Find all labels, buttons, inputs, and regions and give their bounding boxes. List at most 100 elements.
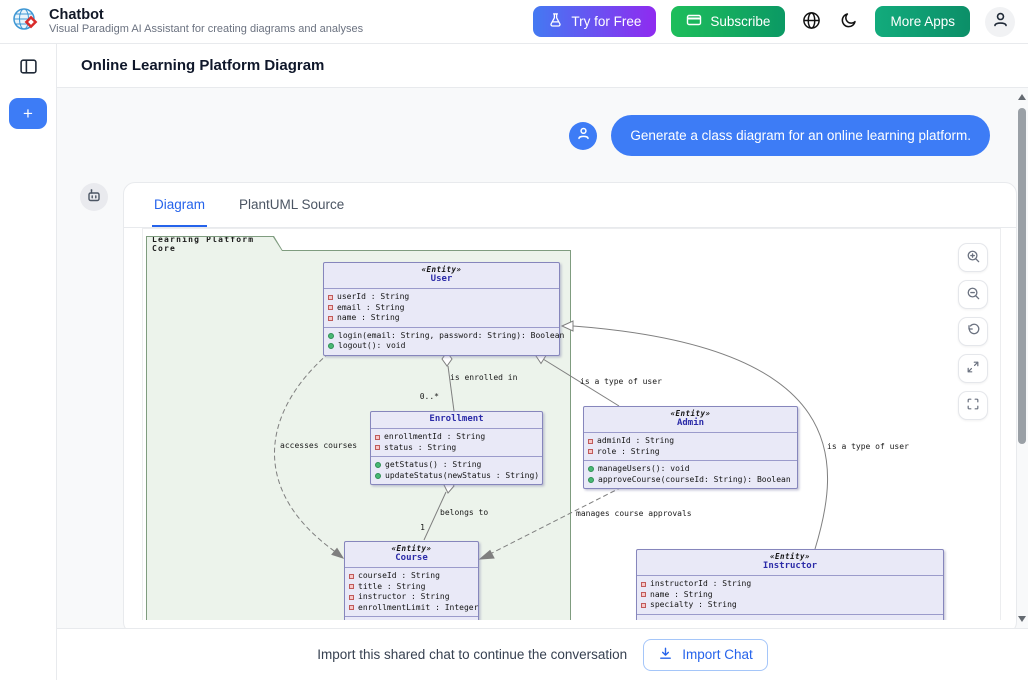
flask-icon bbox=[548, 12, 563, 31]
fullscreen-brackets-icon bbox=[966, 397, 980, 414]
more-apps-button[interactable]: More Apps bbox=[875, 6, 970, 37]
moon-icon bbox=[840, 11, 858, 32]
expand-button[interactable] bbox=[958, 354, 988, 383]
entity-instructor: «Entity»InstructorinstructorId : Stringn… bbox=[636, 549, 944, 620]
edge-label: is a type of user bbox=[580, 377, 662, 387]
robot-icon bbox=[86, 187, 102, 208]
entity-enrollment: EnrollmentenrollmentId : Stringstatus : … bbox=[370, 411, 543, 485]
entity-course: «Entity»CoursecourseId : Stringtitle : S… bbox=[344, 541, 479, 620]
person-icon bbox=[992, 11, 1009, 33]
entity-stereotype: «Entity» bbox=[640, 552, 940, 561]
bot-avatar bbox=[80, 183, 108, 211]
try-for-free-button[interactable]: Try for Free bbox=[533, 6, 656, 37]
main-content: Online Learning Platform Diagram Generat… bbox=[57, 44, 1028, 680]
language-globe-button[interactable] bbox=[800, 9, 823, 35]
visual-paradigm-logo-icon bbox=[12, 5, 40, 38]
scrollbar-thumb[interactable] bbox=[1018, 108, 1026, 444]
multiplicity-label: 1 bbox=[409, 523, 425, 533]
subscribe-button[interactable]: Subscribe bbox=[671, 6, 785, 37]
attribute-icon bbox=[375, 435, 380, 440]
credit-card-icon bbox=[686, 12, 702, 31]
zoom-out-button[interactable] bbox=[958, 280, 988, 309]
rotate-reset-icon bbox=[966, 323, 981, 341]
attribute-icon bbox=[328, 305, 333, 310]
sidebar-toggle-button[interactable] bbox=[19, 57, 38, 79]
method-icon bbox=[328, 343, 334, 349]
entity-admin: «Entity»AdminadminId : Stringrole : Stri… bbox=[583, 406, 798, 489]
brand: Chatbot Visual Paradigm AI Assistant for… bbox=[12, 5, 363, 38]
chat-scroll-area[interactable]: Generate a class diagram for an online l… bbox=[57, 88, 1028, 628]
fullscreen-button[interactable] bbox=[958, 391, 988, 420]
attribute-icon bbox=[641, 592, 646, 597]
import-footer: Import this shared chat to continue the … bbox=[57, 628, 1028, 680]
method-icon bbox=[588, 466, 594, 472]
zoom-in-icon bbox=[966, 249, 981, 267]
globe-icon bbox=[802, 11, 821, 33]
header-actions: Try for Free Subscribe bbox=[533, 6, 1015, 37]
diagram-zoom-controls bbox=[958, 243, 988, 420]
panel-icon bbox=[19, 57, 38, 79]
diagram-card: Diagram PlantUML Source Learning Platform… bbox=[123, 182, 1017, 628]
entity-name: User bbox=[327, 274, 556, 285]
edge-label: is a type of user bbox=[827, 442, 909, 452]
scrollbar-down-arrow[interactable] bbox=[1018, 616, 1026, 622]
tab-diagram[interactable]: Diagram bbox=[152, 183, 207, 227]
entity-name: Course bbox=[348, 553, 475, 564]
method-icon bbox=[328, 333, 334, 339]
attribute-icon bbox=[328, 316, 333, 321]
expand-arrows-icon bbox=[966, 360, 980, 377]
bot-response-row: Diagram PlantUML Source Learning Platform… bbox=[80, 182, 1017, 628]
app-header: Chatbot Visual Paradigm AI Assistant for… bbox=[0, 0, 1028, 44]
app-title: Chatbot bbox=[49, 7, 363, 23]
attribute-icon bbox=[588, 439, 593, 444]
tab-plantuml-source[interactable]: PlantUML Source bbox=[237, 183, 346, 227]
user-profile-avatar[interactable] bbox=[985, 7, 1015, 37]
attribute-icon bbox=[349, 595, 354, 600]
import-chat-button[interactable]: Import Chat bbox=[643, 639, 768, 671]
edge-label: accesses courses bbox=[280, 441, 357, 451]
edge-label: belongs to bbox=[440, 508, 488, 518]
user-message-row: Generate a class diagram for an online l… bbox=[569, 115, 990, 156]
vertical-scrollbar[interactable] bbox=[1018, 92, 1026, 624]
edge-label: manages course approvals bbox=[576, 509, 692, 519]
entity-stereotype: «Entity» bbox=[327, 265, 556, 274]
attribute-icon bbox=[641, 582, 646, 587]
edge-admin-course bbox=[480, 487, 622, 559]
method-icon bbox=[375, 462, 381, 468]
reset-view-button[interactable] bbox=[958, 317, 988, 346]
attribute-icon bbox=[375, 445, 380, 450]
zoom-in-button[interactable] bbox=[958, 243, 988, 272]
import-footer-text: Import this shared chat to continue the … bbox=[317, 647, 627, 662]
multiplicity-label: 0..* bbox=[403, 392, 439, 402]
attribute-icon bbox=[588, 449, 593, 454]
entity-stereotype: «Entity» bbox=[348, 544, 475, 553]
user-message-avatar bbox=[569, 122, 597, 150]
dark-mode-moon-button[interactable] bbox=[838, 9, 860, 34]
attribute-icon bbox=[349, 574, 354, 579]
person-icon bbox=[576, 126, 591, 146]
entity-name: Instructor bbox=[640, 561, 940, 572]
edge-user-course bbox=[274, 353, 343, 558]
page-title: Online Learning Platform Diagram bbox=[81, 57, 324, 74]
attribute-icon bbox=[349, 605, 354, 610]
download-icon bbox=[658, 646, 673, 664]
entity-name: Admin bbox=[587, 418, 794, 429]
page-titlebar: Online Learning Platform Diagram bbox=[57, 44, 1028, 88]
entity-name: Enrollment bbox=[374, 414, 539, 425]
diagram-tabs: Diagram PlantUML Source bbox=[124, 183, 1016, 228]
scrollbar-up-arrow[interactable] bbox=[1018, 94, 1026, 100]
attribute-icon bbox=[641, 603, 646, 608]
method-icon bbox=[375, 473, 381, 479]
entity-stereotype: «Entity» bbox=[587, 409, 794, 418]
attribute-icon bbox=[349, 584, 354, 589]
diagram-viewport[interactable]: Learning Platform Core bbox=[142, 228, 1001, 620]
user-message-bubble: Generate a class diagram for an online l… bbox=[611, 115, 990, 156]
edge-label: is enrolled in bbox=[450, 373, 517, 383]
entity-user: «Entity»UseruserId : Stringemail : Strin… bbox=[323, 262, 560, 356]
zoom-out-icon bbox=[966, 286, 981, 304]
attribute-icon bbox=[328, 295, 333, 300]
method-icon bbox=[588, 477, 594, 483]
app-subtitle: Visual Paradigm AI Assistant for creatin… bbox=[49, 23, 363, 36]
new-chat-button[interactable]: + bbox=[9, 98, 47, 129]
sidebar: + bbox=[0, 44, 57, 680]
